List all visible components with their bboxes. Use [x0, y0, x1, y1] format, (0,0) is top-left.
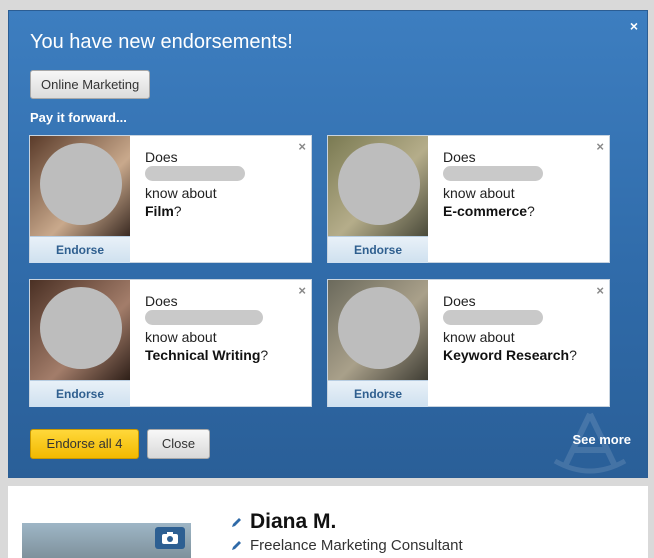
blurred-face: [338, 143, 420, 225]
question-mark: ?: [527, 203, 535, 219]
profile-headline: Freelance Marketing Consultant: [250, 537, 463, 554]
endorse-all-button[interactable]: Endorse all 4: [30, 429, 139, 459]
redacted-name: [145, 310, 263, 325]
profile-name: Diana M.: [250, 510, 337, 533]
know-about-label: know about: [443, 185, 515, 201]
redacted-name: [145, 166, 245, 181]
blurred-face: [40, 143, 122, 225]
panel-close-icon[interactable]: ×: [627, 19, 641, 33]
endorse-button[interactable]: Endorse: [30, 236, 130, 263]
endorse-card: Endorse × Does know about E-commerce?: [327, 135, 610, 263]
change-photo-button[interactable]: [155, 527, 185, 549]
profile-header: Diana M. Freelance Marketing Consultant: [8, 486, 648, 558]
redacted-name: [443, 166, 543, 181]
endorse-button[interactable]: Endorse: [328, 236, 428, 263]
endorse-button[interactable]: Endorse: [30, 380, 130, 407]
skill-tag-online-marketing[interactable]: Online Marketing: [30, 70, 151, 99]
pay-forward-heading: Pay it forward...: [30, 110, 127, 125]
question-mark: ?: [173, 203, 182, 219]
blurred-face: [40, 287, 122, 369]
avatar: [328, 136, 428, 236]
edit-name-pencil-icon[interactable]: [230, 516, 243, 529]
close-button[interactable]: Close: [147, 429, 210, 459]
endorse-question: Does know about Technical Writing?: [145, 292, 268, 364]
endorsements-panel: × You have new endorsements! Online Mark…: [8, 10, 648, 478]
edit-headline-pencil-icon[interactable]: [230, 539, 243, 552]
endorse-question: Does know about Keyword Research?: [443, 292, 577, 364]
know-about-label: know about: [443, 329, 515, 345]
skill-name: Technical Writing: [145, 347, 261, 363]
blurred-face: [338, 287, 420, 369]
avatar: [30, 280, 130, 380]
redacted-name: [443, 310, 543, 325]
profile-photo: [22, 523, 191, 558]
avatar: [328, 280, 428, 380]
endorse-button[interactable]: Endorse: [328, 380, 428, 407]
endorse-card: Endorse × Does know about Keyword Resear…: [327, 279, 610, 407]
know-about-label: know about: [145, 329, 217, 345]
dismiss-card-icon[interactable]: ×: [298, 283, 306, 298]
panel-title: You have new endorsements!: [30, 31, 293, 53]
skill-name: Film: [145, 203, 174, 219]
endorse-question: Does know about Film?: [145, 148, 245, 220]
know-about-label: know about: [145, 185, 217, 201]
does-label: Does: [443, 293, 476, 309]
skill-name: E-commerce: [443, 203, 528, 219]
dismiss-card-icon[interactable]: ×: [298, 139, 306, 154]
watermark-icon: [553, 412, 627, 474]
endorse-card: Endorse × Does know about Film?: [29, 135, 312, 263]
does-label: Does: [145, 149, 178, 165]
endorse-card: Endorse × Does know about Technical Writ…: [29, 279, 312, 407]
camera-icon: [162, 532, 178, 544]
question-mark: ?: [569, 347, 577, 363]
question-mark: ?: [260, 347, 269, 363]
endorse-question: Does know about E-commerce?: [443, 148, 543, 220]
does-label: Does: [443, 149, 476, 165]
dismiss-card-icon[interactable]: ×: [596, 283, 604, 298]
does-label: Does: [145, 293, 178, 309]
avatar: [30, 136, 130, 236]
skill-name: Keyword Research: [443, 347, 570, 363]
dismiss-card-icon[interactable]: ×: [596, 139, 604, 154]
